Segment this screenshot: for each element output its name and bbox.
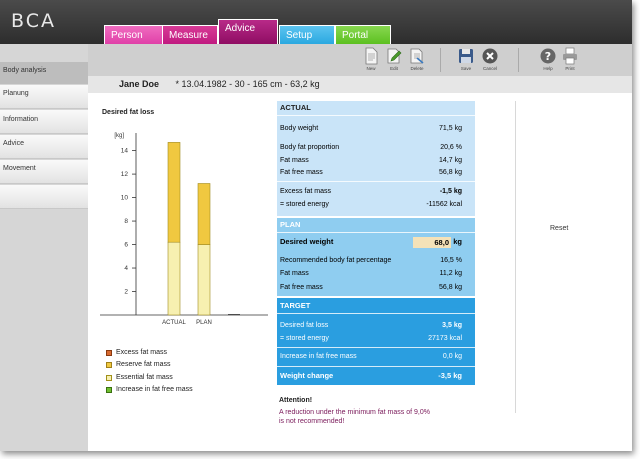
tab-measure[interactable]: Measure: [162, 25, 218, 44]
legend-reserve-fat: Reserve fat mass: [106, 361, 170, 368]
new-document-icon: [365, 47, 378, 65]
attention-line-2: is not recommended!: [279, 418, 345, 425]
cancel-x-icon: [482, 48, 498, 64]
divider: [277, 366, 475, 367]
right-divider: [515, 101, 516, 413]
y-axis-label: [kg]: [114, 133, 124, 139]
toolbar-divider: [440, 48, 441, 72]
row-increase-ffm: Increase in fat free mass 0,0 kg: [280, 353, 462, 360]
chart-title: Desired fat loss: [102, 109, 155, 116]
legend-excess-fat: Excess fat mass: [106, 349, 167, 356]
row-recommended-bf: Recommended body fat percentage 16,5 %: [280, 257, 462, 264]
divider: [277, 181, 475, 182]
sidebar-item-information[interactable]: Information: [0, 110, 88, 134]
y-tick-label: 4: [124, 265, 128, 272]
divider: [277, 232, 475, 233]
legend-swatch: [106, 375, 112, 381]
floppy-disk-icon: [459, 49, 473, 63]
y-tick-label: 14: [121, 148, 129, 155]
app-logo: BCA: [11, 10, 56, 32]
actual-header: ACTUAL: [280, 103, 311, 112]
patient-name: Jane Doe: [119, 79, 160, 89]
y-tick-label: 6: [124, 242, 128, 249]
legend-swatch: [106, 350, 112, 356]
sidebar-item-movement[interactable]: Movement: [0, 160, 88, 184]
sidebar-item-empty: [0, 185, 88, 209]
tab-advice[interactable]: Advice: [218, 19, 278, 44]
desired-weight-input[interactable]: 68,0: [413, 237, 451, 248]
bar-segment: [197, 183, 211, 245]
row-body-weight: Body weight 71,5 kg: [280, 125, 462, 132]
sidebar-item-body-analysis[interactable]: Body analysis: [0, 62, 88, 84]
svg-text:?: ?: [545, 50, 551, 63]
toolbar-divider: [518, 48, 519, 72]
toolbar: New Edit Delete Save Cancel ? Help Print: [88, 44, 632, 76]
sidebar-item-advice[interactable]: Advice: [0, 135, 88, 159]
row-body-fat-proportion: Body fat proportion 20,6 %: [280, 144, 462, 151]
patient-bar: Jane Doe * 13.04.1982 - 30 - 165 cm - 63…: [88, 76, 632, 93]
row-target-stored-energy: = stored energy 27173 kcal: [280, 335, 462, 342]
reset-button[interactable]: Reset: [550, 225, 568, 232]
y-tick-label: 12: [121, 171, 129, 178]
x-tick-label: ACTUAL: [162, 320, 186, 326]
fat-loss-chart: [kg] 2 4 6 8 10 12 14 ACTUAL PLAN: [100, 133, 268, 326]
y-tick-label: 2: [124, 289, 128, 296]
y-tick-label: 8: [124, 218, 128, 225]
help-question-icon: ?: [540, 48, 556, 64]
patient-details: * 13.04.1982 - 30 - 165 cm - 63,2 kg: [175, 79, 320, 89]
row-plan-fat-mass: Fat mass 11,2 kg: [280, 270, 462, 277]
legend-swatch: [106, 387, 112, 393]
bar-segment: [167, 241, 181, 316]
delete-button[interactable]: Delete: [403, 47, 431, 75]
row-desired-weight: Desired weight 68,0 kg: [280, 237, 462, 248]
divider: [277, 313, 475, 314]
app-window: BCA Person Measure Advice Setup Portal B…: [0, 0, 632, 451]
app-header: BCA Person Measure Advice Setup Portal: [0, 0, 632, 44]
cancel-button[interactable]: Cancel: [476, 47, 504, 75]
row-fat-mass: Fat mass 14,7 kg: [280, 157, 462, 164]
tab-setup[interactable]: Setup: [279, 25, 335, 44]
legend-swatch: [106, 362, 112, 368]
row-excess-fat-mass: Excess fat mass -1,5 kg: [280, 188, 462, 195]
attention-title: Attention!: [279, 397, 313, 404]
legend-increase-ffm: Increase in fat free mass: [106, 386, 193, 393]
divider: [277, 347, 475, 348]
bar-segment: [197, 244, 211, 316]
tab-portal[interactable]: Portal: [335, 25, 391, 44]
attention-line-1: A reduction under the minimum fat mass o…: [279, 409, 430, 416]
bar-segment: [167, 142, 181, 243]
y-tick-label: 10: [121, 195, 129, 202]
divider: [277, 115, 475, 116]
row-weight-change: Weight change -3,5 kg: [280, 371, 462, 380]
delete-document-icon: [410, 48, 424, 64]
printer-icon: [563, 47, 577, 65]
edit-icon: [387, 48, 402, 64]
legend-essential-fat: Essential fat mass: [106, 374, 173, 381]
row-desired-fat-loss: Desired fat loss 3,5 kg: [280, 322, 462, 329]
sidebar-item-planung[interactable]: Planung: [0, 85, 88, 109]
row-stored-energy: = stored energy -11562 kcal: [280, 201, 462, 208]
plan-header: PLAN: [280, 220, 301, 229]
row-fat-free-mass: Fat free mass 56,8 kg: [280, 169, 462, 176]
target-header: TARGET: [280, 301, 311, 310]
row-plan-fat-free-mass: Fat free mass 56,8 kg: [280, 284, 462, 291]
sidebar: Body analysis Planung Information Advice…: [0, 44, 88, 451]
x-tick-label: PLAN: [196, 320, 212, 326]
print-button[interactable]: Print: [556, 47, 584, 75]
